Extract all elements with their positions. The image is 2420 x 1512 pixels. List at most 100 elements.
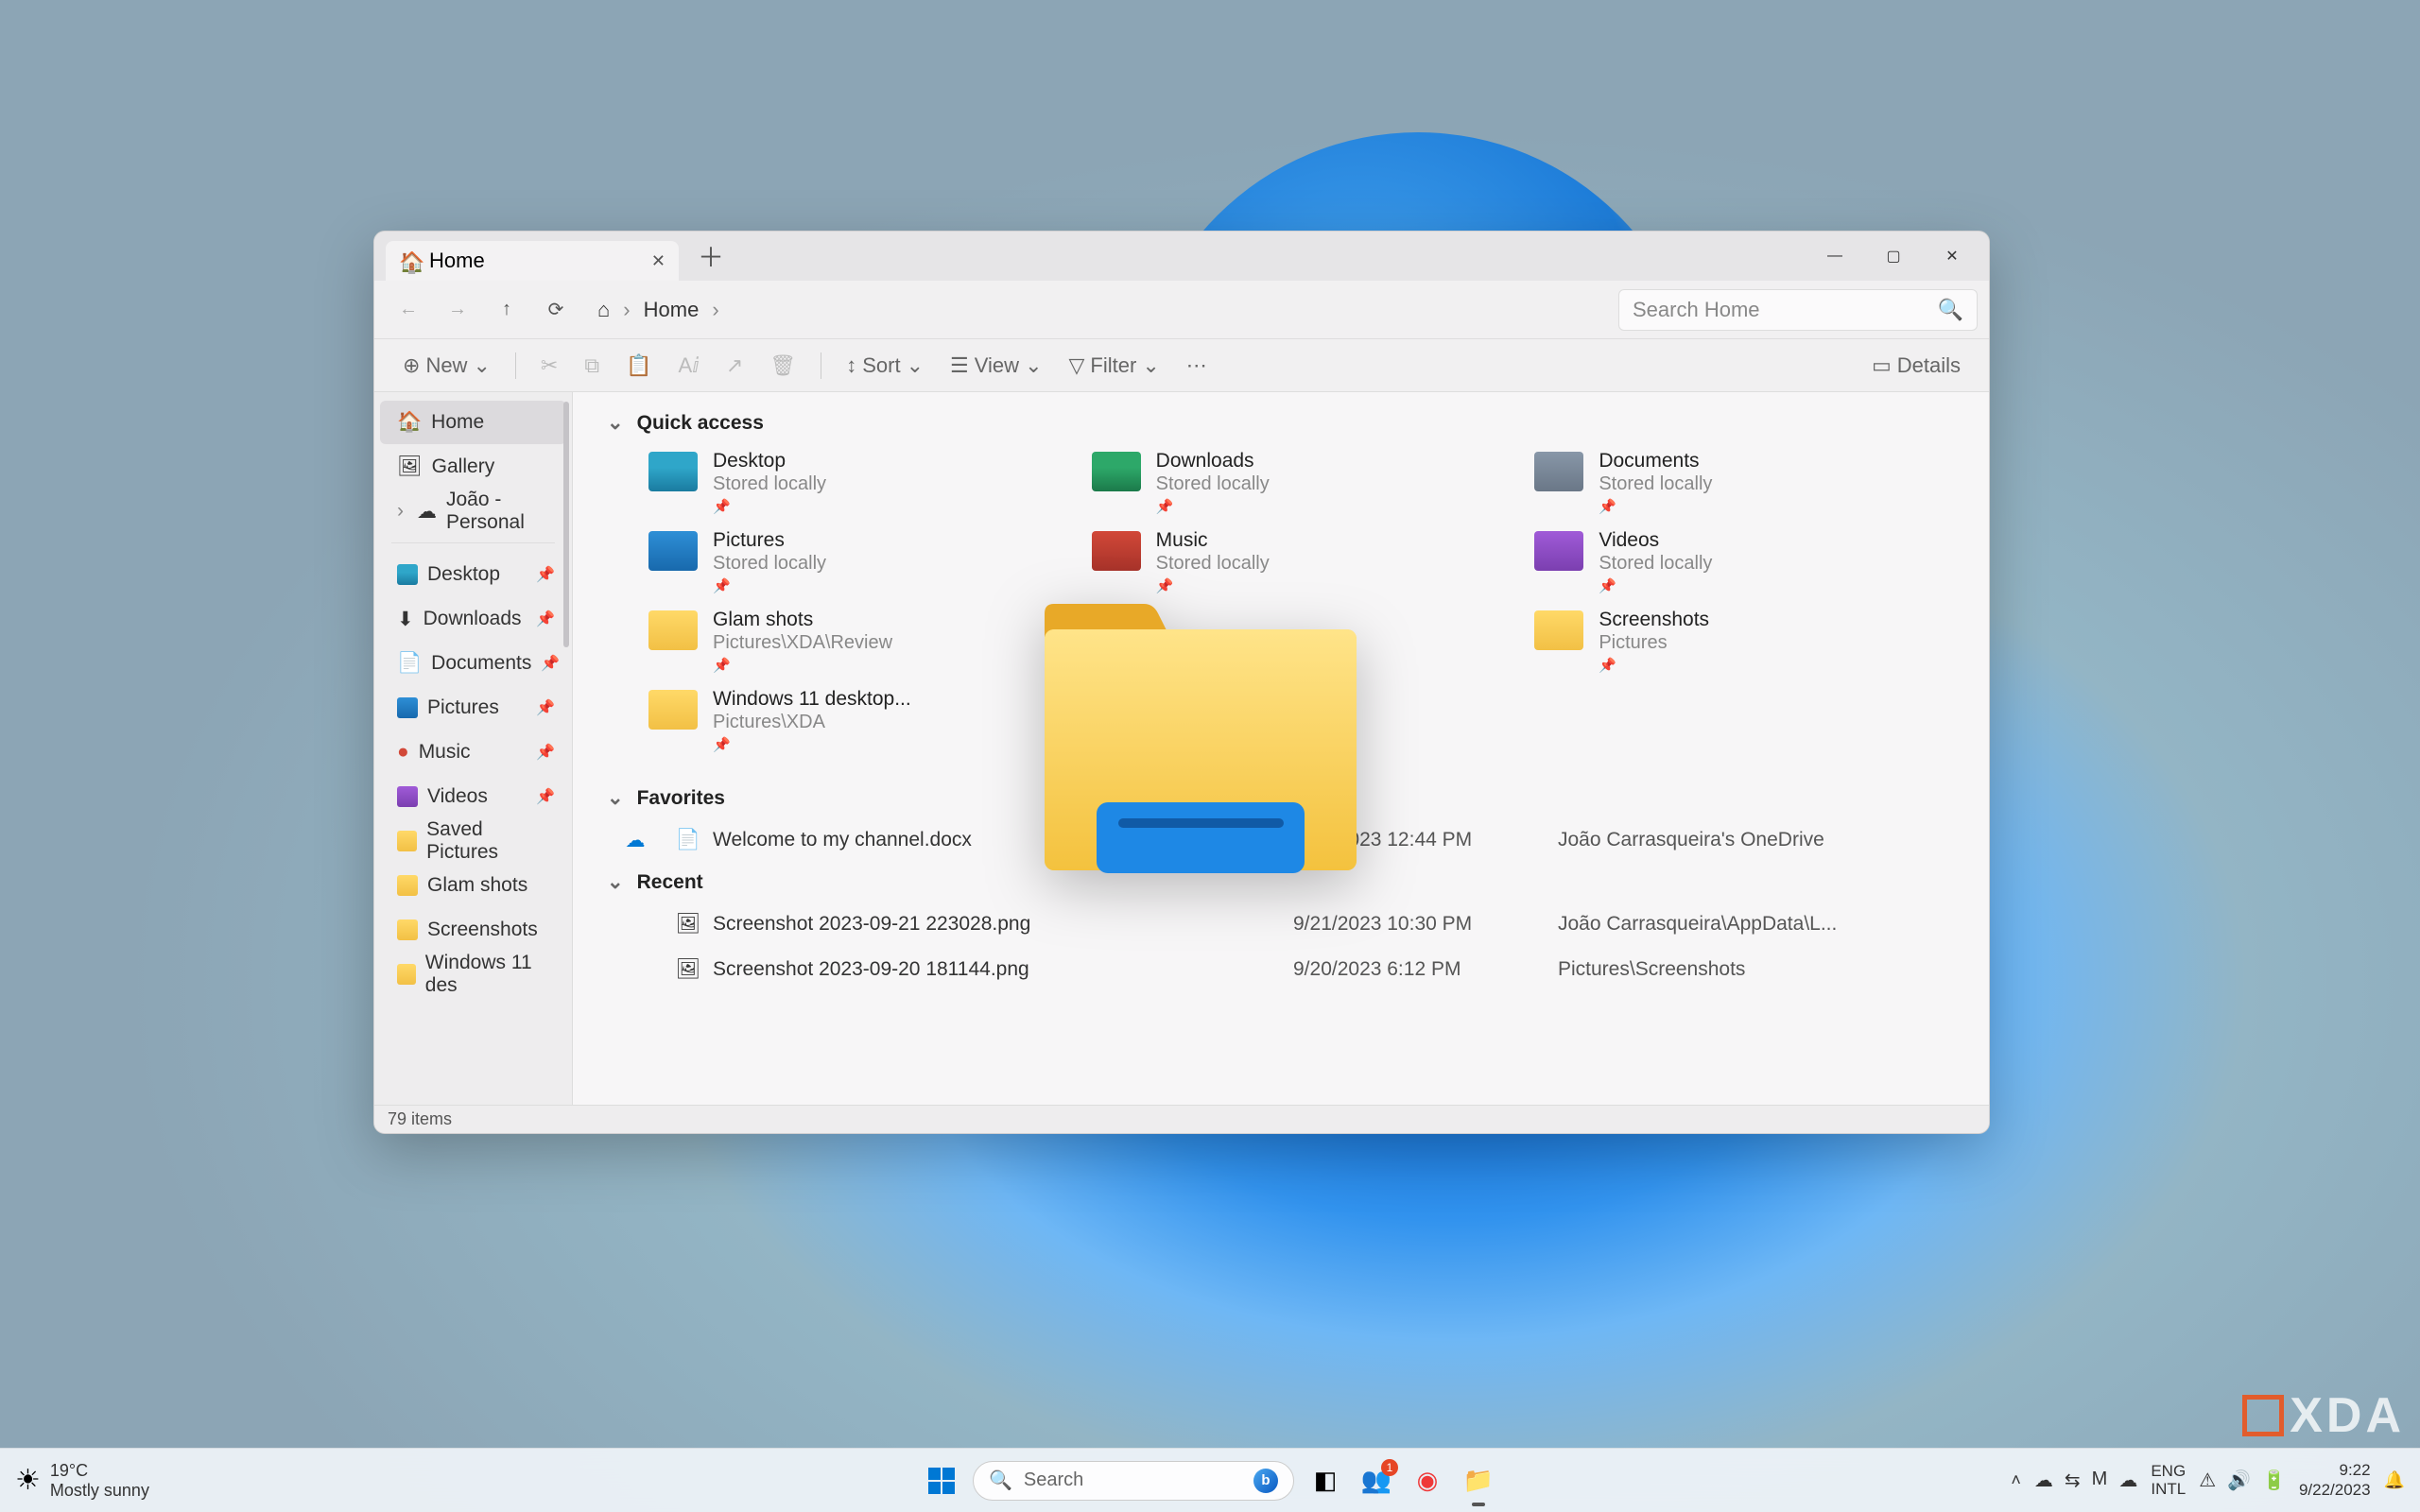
qa-documents[interactable]: DocumentsStored locally📌 [1534, 450, 1955, 522]
qa-music[interactable]: MusicStored locally📌 [1092, 529, 1512, 601]
tray-icons[interactable]: ☁ ⇆ M ☁ [2034, 1469, 2137, 1492]
sidebar-saved-pictures[interactable]: Saved Pictures [380, 819, 566, 863]
back-button[interactable]: ← [386, 287, 431, 333]
weather-widget[interactable]: ☀ 19°C Mostly sunny [15, 1461, 149, 1500]
onedrive-tray-icon[interactable]: ☁ [2034, 1469, 2053, 1492]
battery-icon[interactable]: 🔋 [2262, 1469, 2286, 1492]
vivaldi-button[interactable]: ◉ [1408, 1461, 1447, 1501]
breadcrumb-current: Home [644, 298, 700, 322]
search-placeholder: Search Home [1633, 298, 1928, 322]
folder-icon [648, 690, 698, 730]
new-button[interactable]: ⊕ New ⌄ [393, 346, 500, 386]
sidebar: 🏠Home 🖼Gallery ›☁João - Personal Desktop… [374, 392, 573, 1105]
cut-button[interactable]: ✂ [531, 346, 567, 386]
cloud-tray-icon[interactable]: ☁ [2118, 1469, 2137, 1492]
minimize-button[interactable]: — [1806, 237, 1864, 275]
qa-videos[interactable]: VideosStored locally📌 [1534, 529, 1955, 601]
language-indicator[interactable]: ENG INTL [2151, 1463, 2186, 1498]
qa-glam[interactable]: Glam shotsPictures\XDA\Review📌 [648, 609, 1069, 680]
pin-icon: 📌 [1599, 657, 1709, 674]
share-button[interactable]: ↗ [717, 346, 752, 386]
scrollbar[interactable] [563, 402, 569, 647]
recent-item[interactable]: 🖼 Screenshot 2023-09-21 223028.png 9/21/… [573, 902, 1989, 947]
folder-icon [397, 831, 417, 851]
filter-button[interactable]: ▽ Filter ⌄ [1060, 346, 1169, 386]
sidebar-music[interactable]: ●Music📌 [380, 730, 566, 774]
chevron-down-icon: ⌄ [607, 786, 624, 810]
qa-screenshots[interactable]: ScreenshotsPictures📌 [1534, 609, 1955, 680]
teams-button[interactable]: 👥1 [1357, 1461, 1396, 1501]
qa-w11[interactable]: Windows 11 desktop...Pictures\XDA📌 [648, 688, 1069, 760]
tab-home[interactable]: 🏠 Home ✕ [386, 241, 679, 281]
search-input[interactable]: Search Home 🔍 [1618, 289, 1978, 331]
qa-downloads[interactable]: DownloadsStored locally📌 [1092, 450, 1512, 522]
more-button[interactable]: ⋯ [1177, 346, 1217, 386]
qa-pictures[interactable]: PicturesStored locally📌 [648, 529, 1069, 601]
address-bar: ← → ↑ ⟳ ⌂ › Home › Search Home 🔍 [374, 281, 1989, 339]
wifi-icon[interactable]: ⚠ [2199, 1469, 2216, 1492]
sidebar-pictures[interactable]: Pictures📌 [380, 686, 566, 730]
home-icon: 🏠 [399, 250, 420, 271]
pin-icon: 📌 [536, 787, 555, 806]
weather-temp: 19°C [50, 1461, 149, 1481]
sidebar-glam[interactable]: Glam shots [380, 864, 566, 907]
recent-item[interactable]: 🖼 Screenshot 2023-09-20 181144.png 9/20/… [573, 947, 1989, 992]
tray-chevron-icon[interactable]: ˄ [2011, 1470, 2021, 1490]
sync-tray-icon[interactable]: ⇆ [2065, 1469, 2081, 1492]
view-button[interactable]: ☰ View ⌄ [941, 346, 1051, 386]
sidebar-screenshots[interactable]: Screenshots [380, 908, 566, 952]
volume-icon[interactable]: 🔊 [2227, 1469, 2251, 1492]
chevron-right-icon: › [712, 298, 718, 322]
sidebar-desktop[interactable]: Desktop📌 [380, 553, 566, 596]
folder-icon [1534, 610, 1583, 650]
delete-button[interactable]: 🗑 [760, 346, 805, 386]
copy-button[interactable]: ⧉ [575, 346, 609, 386]
windows-icon [928, 1468, 955, 1494]
sidebar-onedrive[interactable]: ›☁João - Personal [380, 490, 566, 533]
music-icon [1092, 531, 1141, 571]
up-button[interactable]: ↑ [484, 287, 529, 333]
start-button[interactable] [922, 1461, 961, 1501]
sidebar-w11[interactable]: Windows 11 des [380, 953, 566, 996]
taskbar: ☀ 19°C Mostly sunny 🔍 Search b ◧ 👥1 ◉ 📁 … [0, 1448, 2420, 1512]
task-view-button[interactable]: ◧ [1305, 1461, 1345, 1501]
tab-close-icon[interactable]: ✕ [651, 251, 666, 271]
pin-icon: 📌 [713, 498, 826, 515]
taskbar-search[interactable]: 🔍 Search b [973, 1461, 1294, 1501]
sidebar-home[interactable]: 🏠Home [380, 401, 566, 444]
paste-button[interactable]: 📋 [616, 346, 661, 386]
sidebar-videos[interactable]: Videos📌 [380, 775, 566, 818]
section-favorites[interactable]: ⌄ Favorites [573, 779, 1989, 817]
download-icon [1092, 452, 1141, 491]
videos-icon [397, 786, 418, 807]
sort-button[interactable]: ↕ Sort ⌄ [837, 346, 933, 386]
qa-desktop[interactable]: DesktopStored locally📌 [648, 450, 1069, 522]
system-tray[interactable]: ⚠ 🔊 🔋 [2199, 1469, 2286, 1492]
breadcrumb[interactable]: ⌂ › Home › [597, 298, 1615, 322]
rename-button[interactable]: Aⅈ [668, 346, 708, 386]
sidebar-downloads[interactable]: ⬇Downloads📌 [380, 597, 566, 641]
notifications-icon[interactable]: 🔔 [2384, 1470, 2405, 1490]
section-quick-access[interactable]: ⌄ Quick access [573, 404, 1989, 442]
section-recent[interactable]: ⌄ Recent [573, 863, 1989, 902]
maximize-button[interactable]: ▢ [1864, 237, 1923, 275]
details-button[interactable]: ▭ Details [1862, 346, 1970, 386]
close-button[interactable]: ✕ [1923, 237, 1981, 275]
pictures-icon [648, 531, 698, 571]
new-tab-button[interactable]: ＋ [698, 237, 724, 275]
pin-icon: 📌 [541, 654, 560, 673]
chevron-right-icon: › [623, 298, 630, 322]
explorer-button[interactable]: 📁 [1459, 1461, 1498, 1501]
sidebar-gallery[interactable]: 🖼Gallery [380, 445, 566, 489]
app-tray-icon[interactable]: M [2092, 1469, 2108, 1492]
favorite-item[interactable]: ☁ 📄 Welcome to my channel.docx 9/21/2023… [573, 817, 1989, 863]
forward-button[interactable]: → [435, 287, 480, 333]
refresh-button[interactable]: ⟳ [533, 287, 579, 333]
sidebar-documents[interactable]: 📄Documents📌 [380, 642, 566, 685]
clock[interactable]: 9:22 9/22/2023 [2299, 1461, 2371, 1500]
status-bar: 79 items [374, 1105, 1989, 1133]
folder-icon [397, 964, 416, 985]
home-icon: 🏠 [397, 411, 422, 434]
xda-square-icon [2242, 1395, 2284, 1436]
bing-icon: b [1253, 1469, 1278, 1493]
